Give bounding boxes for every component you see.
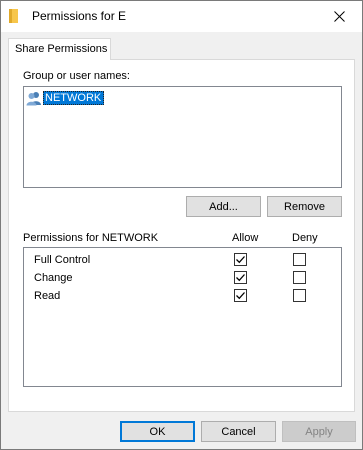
cancel-button[interactable]: Cancel xyxy=(201,421,276,442)
permission-name: Full Control xyxy=(34,254,91,266)
remove-button[interactable]: Remove xyxy=(267,196,342,217)
checkmark-icon xyxy=(236,274,245,282)
checkmark-icon xyxy=(236,256,245,264)
permission-name: Read xyxy=(34,290,61,302)
allow-full-control-checkbox[interactable] xyxy=(234,253,247,266)
window-title: Permissions for E xyxy=(32,9,127,23)
group-names-label: Group or user names: xyxy=(23,70,130,82)
deny-read-checkbox[interactable] xyxy=(293,289,306,302)
deny-full-control-checkbox[interactable] xyxy=(293,253,306,266)
close-icon xyxy=(333,11,345,22)
deny-change-checkbox[interactable] xyxy=(293,271,306,284)
tab-share-permissions[interactable]: Share Permissions xyxy=(8,38,111,60)
tab-panel: Group or user names: NETWORK Add... Remo… xyxy=(8,59,355,412)
allow-header: Allow xyxy=(232,232,259,244)
allow-change-checkbox[interactable] xyxy=(234,271,247,284)
group-user-listbox[interactable]: NETWORK xyxy=(23,86,342,188)
close-button[interactable] xyxy=(316,1,362,32)
deny-header: Deny xyxy=(292,232,318,244)
ok-button[interactable]: OK xyxy=(120,421,195,442)
add-button[interactable]: Add... xyxy=(186,196,261,217)
permission-name: Change xyxy=(34,272,73,284)
folder-share-icon xyxy=(9,9,18,23)
title-bar[interactable]: Permissions for E xyxy=(1,1,362,32)
permissions-header: Permissions for NETWORK xyxy=(23,232,159,244)
permissions-list: Full Control Change Read xyxy=(23,247,342,387)
permissions-dialog: Permissions for E Share Permissions Grou… xyxy=(0,0,363,450)
list-item-network[interactable]: NETWORK xyxy=(26,89,114,107)
allow-read-checkbox[interactable] xyxy=(234,289,247,302)
list-item-label: NETWORK xyxy=(43,91,105,105)
users-icon xyxy=(26,92,41,106)
checkmark-icon xyxy=(236,292,245,300)
apply-button[interactable]: Apply xyxy=(282,421,356,442)
